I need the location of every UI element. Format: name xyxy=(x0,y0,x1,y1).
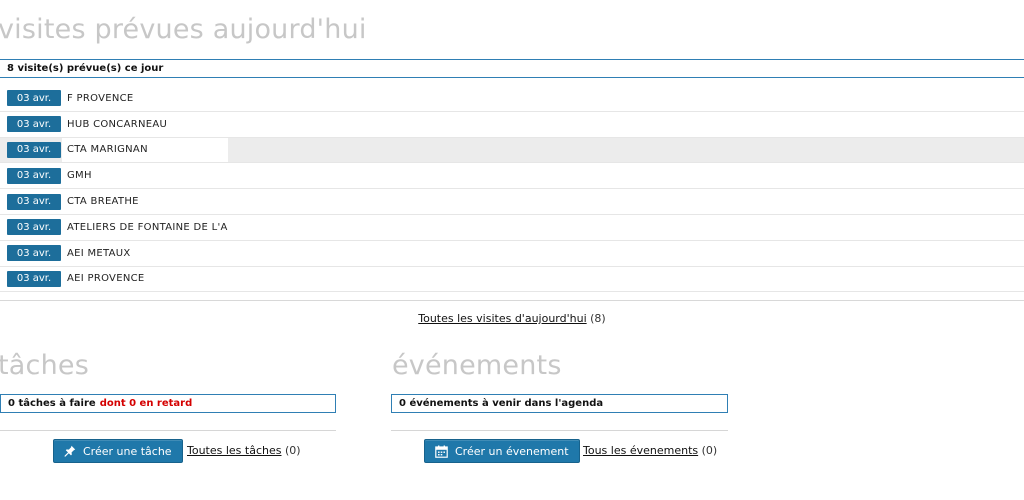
events-section-title: événements xyxy=(392,350,562,381)
all-tasks-count: (0) xyxy=(284,444,301,457)
date-badge: 03 avr. xyxy=(7,245,61,262)
create-event-label: Créer un évenement xyxy=(455,444,569,458)
pin-icon xyxy=(64,445,76,457)
visit-name[interactable]: HUB CONCARNEAU xyxy=(62,111,228,137)
all-events-footer: Tous les évenements (0) xyxy=(583,444,717,457)
date-badge: 03 avr. xyxy=(7,116,61,133)
visit-list: 03 avr. F PROVENCE 03 avr. HUB CONCARNEA… xyxy=(0,86,1024,293)
create-task-button[interactable]: Créer une tâche xyxy=(53,439,183,463)
events-summary-text: 0 événements à venir dans l'agenda xyxy=(399,398,604,409)
all-tasks-footer: Toutes les tâches (0) xyxy=(187,444,301,457)
visit-row[interactable]: 03 avr. HUB CONCARNEAU xyxy=(0,111,1024,138)
visit-row[interactable]: 03 avr. F PROVENCE xyxy=(0,86,1024,112)
date-badge: 03 avr. xyxy=(7,167,61,184)
all-visits-count: (8) xyxy=(590,312,606,325)
visit-name[interactable]: F PROVENCE xyxy=(62,86,228,111)
visit-name[interactable]: ATELIERS DE FONTAINE DE L'ANE xyxy=(62,214,228,240)
all-tasks-link[interactable]: Toutes les tâches xyxy=(187,444,281,457)
all-visits-link[interactable]: Toutes les visites d'aujourd'hui xyxy=(418,312,586,325)
visit-name[interactable]: CTA MARIGNAN xyxy=(62,137,228,163)
date-badge: 03 avr. xyxy=(7,219,61,236)
visits-section-title: visites prévues aujourd'hui xyxy=(0,14,367,45)
visit-name[interactable]: GMH xyxy=(62,163,228,189)
events-divider xyxy=(391,430,728,431)
date-badge: 03 avr. xyxy=(7,270,61,287)
all-visits-footer: Toutes les visites d'aujourd'hui (8) xyxy=(0,312,1024,325)
visit-row[interactable]: 03 avr. GMH xyxy=(0,163,1024,190)
visits-summary-bar: 8 visite(s) prévue(s) ce jour xyxy=(0,59,1024,78)
all-events-count: (0) xyxy=(701,444,718,457)
events-summary-bar: 0 événements à venir dans l'agenda xyxy=(391,394,728,413)
visit-row[interactable]: 03 avr. CTA MARIGNAN xyxy=(0,137,1024,164)
visit-row[interactable]: 03 avr. ATELIERS DE FONTAINE DE L'ANE xyxy=(0,214,1024,241)
all-events-link[interactable]: Tous les évenements xyxy=(583,444,698,457)
visit-name[interactable]: CTA BREATHE xyxy=(62,189,228,214)
visit-name[interactable]: AEI PROVENCE xyxy=(62,266,228,292)
visit-name[interactable]: AEI METAUX xyxy=(62,240,228,266)
date-badge: 03 avr. xyxy=(7,193,61,210)
create-task-label: Créer une tâche xyxy=(83,444,172,458)
calendar-icon xyxy=(435,445,448,458)
date-badge: 03 avr. xyxy=(7,141,61,158)
tasks-section-title: tâches xyxy=(0,350,89,381)
tasks-summary-bar: 0 tâches à faire dont 0 en retard xyxy=(0,394,336,413)
visit-row[interactable]: 03 avr. AEI PROVENCE xyxy=(0,266,1024,293)
visit-row[interactable]: 03 avr. AEI METAUX xyxy=(0,240,1024,267)
tasks-summary-text: 0 tâches à faire xyxy=(8,398,96,409)
visit-row[interactable]: 03 avr. CTA BREATHE xyxy=(0,189,1024,215)
date-badge: 03 avr. xyxy=(7,90,61,107)
visit-list-divider xyxy=(0,300,1024,301)
visits-summary-text: 8 visite(s) prévue(s) ce jour xyxy=(7,63,164,74)
create-event-button[interactable]: Créer un évenement xyxy=(424,439,580,463)
tasks-late-text: dont 0 en retard xyxy=(99,398,193,409)
tasks-divider xyxy=(0,430,336,431)
